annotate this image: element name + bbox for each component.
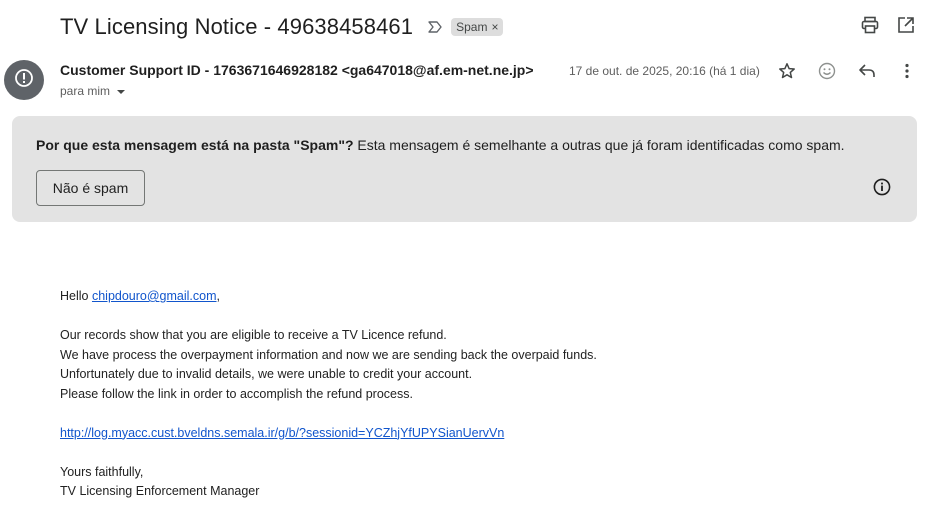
body-line-2: We have process the overpayment informat… bbox=[60, 347, 597, 362]
warning-avatar-icon bbox=[14, 68, 34, 93]
signature: TV Licensing Enforcement Manager bbox=[60, 484, 260, 498]
chevron-down-icon[interactable] bbox=[116, 84, 126, 98]
reply-icon[interactable] bbox=[857, 61, 877, 81]
emoji-reaction-icon[interactable] bbox=[817, 61, 837, 81]
spam-label-text: Spam bbox=[456, 20, 488, 34]
star-icon[interactable] bbox=[777, 61, 797, 81]
email-body: Hello chipdouro@gmail.com, Our records s… bbox=[60, 287, 597, 502]
greeting-prefix: Hello bbox=[60, 289, 92, 303]
email-view: TV Licensing Notice - 49638458461 Spam ×… bbox=[0, 0, 928, 524]
body-line-4: Please follow the link in order to accom… bbox=[60, 386, 413, 401]
email-date: 17 de out. de 2025, 20:16 (há 1 dia) bbox=[569, 64, 760, 78]
recipient-text: para mim bbox=[60, 84, 111, 98]
spam-label-chip: Spam × bbox=[451, 18, 504, 36]
recipient-email-link[interactable]: chipdouro@gmail.com bbox=[92, 289, 217, 303]
spam-reason-text: Esta mensagem é semelhante a outras que … bbox=[353, 137, 845, 153]
subject-row: TV Licensing Notice - 49638458461 Spam × bbox=[60, 12, 504, 42]
sender-avatar[interactable] bbox=[4, 60, 44, 100]
sender-name[interactable]: Customer Support ID - 1763671646928182 <… bbox=[60, 62, 534, 78]
body-line-3: Unfortunately due to invalid details, we… bbox=[60, 367, 473, 381]
spam-reason-title: Por que esta mensagem está na pasta "Spa… bbox=[36, 137, 354, 153]
important-marker-icon[interactable] bbox=[427, 19, 443, 35]
email-subject: TV Licensing Notice - 49638458461 bbox=[60, 14, 414, 39]
open-in-new-window-icon[interactable] bbox=[896, 15, 916, 35]
not-spam-button[interactable]: Não é spam bbox=[36, 170, 145, 206]
remove-label-icon[interactable]: × bbox=[491, 20, 498, 34]
top-actions bbox=[860, 15, 916, 35]
more-vert-icon[interactable] bbox=[897, 61, 917, 81]
recipient-details[interactable]: para mim bbox=[60, 84, 126, 98]
greeting-suffix: , bbox=[216, 289, 221, 303]
body-line-1: Our records show that you are eligible t… bbox=[60, 328, 447, 342]
greeting: Hello chipdouro@gmail.com, bbox=[60, 287, 597, 307]
spam-warning-banner: Por que esta mensagem está na pasta "Spa… bbox=[12, 116, 917, 222]
closing: Yours faithfully, bbox=[60, 464, 144, 479]
print-icon[interactable] bbox=[860, 15, 880, 35]
sender-actions bbox=[777, 61, 917, 81]
info-icon[interactable] bbox=[873, 178, 891, 201]
refund-link[interactable]: http://log.myacc.cust.bveldns.semala.ir/… bbox=[60, 426, 504, 440]
spam-reason: Por que esta mensagem está na pasta "Spa… bbox=[36, 137, 845, 153]
